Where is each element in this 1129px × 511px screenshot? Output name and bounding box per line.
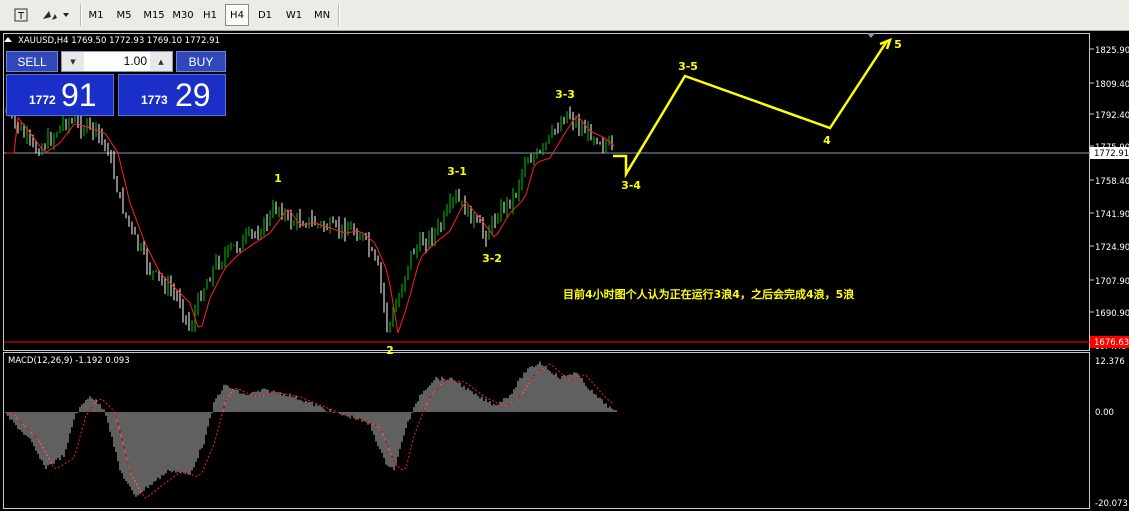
wave-label-3-5: 3-5 [678, 60, 698, 73]
toolbar-separator [338, 4, 340, 26]
wave-label-1: 1 [274, 172, 282, 185]
one-click-trading-panel: SELL ▼ 1.00 ▲ BUY 1772 91 1773 29 [6, 51, 226, 116]
timeframe-m5[interactable]: M5 [111, 4, 137, 26]
wave-label-2: 2 [386, 344, 394, 357]
ask-price-box[interactable]: 1773 29 [118, 74, 226, 116]
price-label: 1707.90 [1095, 277, 1129, 287]
timeframe-toolbar: T M1 M5 M15 M30 H1 H4 D1 W1 MN [0, 0, 1129, 31]
ask-price-suffix: 29 [175, 77, 211, 113]
price-label: 1792.40 [1095, 111, 1129, 121]
price-label: 1809.40 [1095, 80, 1129, 90]
wave-label-5: 5 [894, 38, 902, 51]
macd-axis-label: 12.376 [1095, 357, 1125, 367]
wave-label-3-1: 3-1 [447, 165, 467, 178]
analysis-annotation: 目前4小时图个人认为正在运行3浪4，之后会完成4浪，5浪 [563, 287, 854, 301]
chart-info-line: XAUUSD,H4 1769.50 1772.93 1769.10 1772.9… [18, 36, 220, 46]
current-price-tag-text: 1772.91 [1094, 149, 1129, 159]
lot-increase-icon[interactable]: ▲ [150, 52, 172, 71]
sell-button[interactable]: SELL [6, 51, 58, 72]
wave-label-3-4: 3-4 [621, 179, 641, 192]
wave-label-3-2: 3-2 [482, 252, 502, 265]
text-tool-icon[interactable]: T [10, 4, 32, 26]
price-label: 1724.90 [1095, 243, 1129, 253]
price-label: 1741.90 [1095, 210, 1129, 220]
timeframe-w1[interactable]: W1 [281, 4, 307, 26]
buy-button[interactable]: BUY [176, 51, 226, 72]
timeframe-m1[interactable]: M1 [84, 4, 108, 26]
timeframe-mn[interactable]: MN [309, 4, 335, 26]
timeframe-h1[interactable]: H1 [198, 4, 222, 26]
toolbar-separator [80, 4, 82, 26]
arrows-tool-icon[interactable] [40, 4, 70, 26]
bid-price-box[interactable]: 1772 91 [6, 74, 114, 116]
lot-decrease-icon[interactable]: ▼ [62, 52, 84, 71]
timeframe-m30[interactable]: M30 [170, 4, 196, 26]
bid-price-prefix: 1772 [29, 93, 56, 107]
timeframe-m15[interactable]: M15 [140, 4, 168, 26]
ask-price-prefix: 1773 [141, 93, 168, 107]
macd-axis-label: -20.073 [1095, 499, 1128, 509]
support-price-tag-text: 1676.63 [1094, 338, 1129, 348]
price-label: 1758.40 [1095, 177, 1129, 187]
lot-size-field[interactable]: ▼ 1.00 ▲ [61, 51, 173, 72]
bid-price-suffix: 91 [61, 77, 97, 113]
timeframe-d1[interactable]: D1 [253, 4, 277, 26]
timeframe-h4[interactable]: H4 [225, 4, 249, 26]
macd-axis-label: 0.00 [1095, 408, 1114, 418]
macd-header: MACD(12,26,9) -1.192 0.093 [8, 356, 130, 366]
wave-label-4: 4 [823, 134, 831, 147]
svg-text:T: T [17, 11, 25, 22]
price-label: 1690.90 [1095, 309, 1129, 319]
lot-size-value[interactable]: 1.00 [86, 52, 150, 71]
price-label: 1825.90 [1095, 46, 1129, 56]
wave-label-3-3: 3-3 [555, 88, 575, 101]
